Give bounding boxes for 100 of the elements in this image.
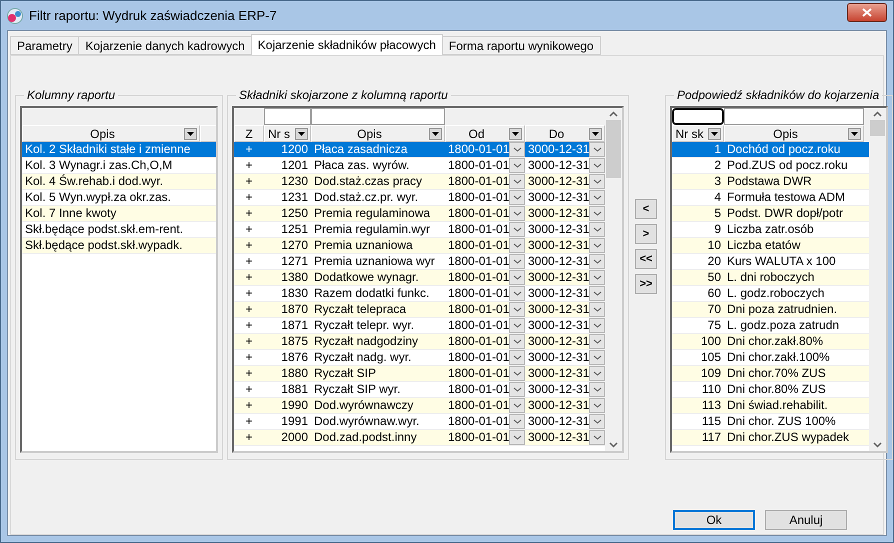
- date-dropdown-button[interactable]: [509, 318, 526, 333]
- date-dropdown-button[interactable]: [509, 222, 526, 237]
- grid-row[interactable]: + 1871 Ryczałt telepr. wyr. 1800-01-01 3000-12-31: [234, 318, 605, 334]
- date-dropdown-button[interactable]: [589, 318, 606, 333]
- date-dropdown-button[interactable]: [589, 174, 606, 189]
- grid-row[interactable]: + 1881 Ryczałt SIP wyr. 1800-01-01 3000-12-31: [234, 382, 605, 398]
- date-dropdown-button[interactable]: [509, 398, 526, 413]
- date-dropdown-button[interactable]: [509, 414, 526, 429]
- grid-row[interactable]: 1 Dochód od pocz.roku: [672, 142, 869, 158]
- date-dropdown-button[interactable]: [509, 254, 526, 269]
- date-dropdown-button[interactable]: [509, 334, 526, 349]
- grid-row[interactable]: + 1876 Ryczałt nadg. wyr. 1800-01-01 3000-12-31: [234, 350, 605, 366]
- date-dropdown-button[interactable]: [509, 302, 526, 317]
- date-dropdown-button[interactable]: [589, 206, 606, 221]
- date-dropdown-button[interactable]: [509, 382, 526, 397]
- filter-field[interactable]: [724, 108, 864, 125]
- filter-field[interactable]: [264, 108, 311, 125]
- grid-row[interactable]: 2 Pod.ZUS od pocz.roku: [672, 158, 869, 174]
- move-button[interactable]: >>: [635, 274, 657, 294]
- scroll-down-icon[interactable]: [609, 442, 618, 448]
- grid-row[interactable]: 110 Dni chor.80% ZUS: [672, 382, 869, 398]
- scrollbar-thumb[interactable]: [606, 120, 621, 178]
- grid-row[interactable]: Skł.będące podst.skł.wypadk.: [22, 238, 216, 254]
- grid-row[interactable]: 105 Dni chor.zakł.100%: [672, 350, 869, 366]
- grid-row[interactable]: 117 Dni chor.ZUS wypadek: [672, 430, 869, 446]
- grid-row[interactable]: + 1251 Premia regulamin.wyr 1800-01-01 3000-12-31: [234, 222, 605, 238]
- scroll-up-icon[interactable]: [873, 111, 882, 117]
- dialog-button[interactable]: Anuluj: [765, 510, 847, 530]
- date-dropdown-button[interactable]: [509, 158, 526, 173]
- grid-row[interactable]: + 1991 Dod.wyrównaw.wyr. 1800-01-01 3000-12-31: [234, 414, 605, 430]
- date-dropdown-button[interactable]: [589, 414, 606, 429]
- scroll-up-icon[interactable]: [609, 111, 618, 117]
- grid-row[interactable]: 115 Dni chor. ZUS 100%: [672, 414, 869, 430]
- grid-row[interactable]: + 2000 Dod.zad.podst.inny 1800-01-01 3000-12-31: [234, 430, 605, 446]
- date-dropdown-button[interactable]: [589, 142, 606, 157]
- date-dropdown-button[interactable]: [589, 158, 606, 173]
- column-header[interactable]: Opis: [22, 125, 200, 142]
- tab[interactable]: Parametry: [10, 36, 80, 55]
- grid-row[interactable]: + 1200 Płaca zasadnicza 1800-01-01 3000-12-31: [234, 142, 605, 158]
- date-dropdown-button[interactable]: [509, 238, 526, 253]
- grid-row[interactable]: + 1990 Dod.wyrównawczy 1800-01-01 3000-12-31: [234, 398, 605, 414]
- date-dropdown-button[interactable]: [589, 286, 606, 301]
- grid-row[interactable]: 113 Dni świad.rehabilit.: [672, 398, 869, 414]
- tab[interactable]: Kojarzenie składników płacowych: [250, 34, 443, 55]
- vertical-scrollbar[interactable]: [605, 108, 622, 451]
- grid-row[interactable]: Kol. 2 Składniki stałe i zmienne: [22, 142, 216, 158]
- close-button[interactable]: [847, 3, 887, 22]
- date-dropdown-button[interactable]: [589, 350, 606, 365]
- grid-row[interactable]: + 1875 Ryczałt nadgodziny 1800-01-01 3000-12-31: [234, 334, 605, 350]
- date-dropdown-button[interactable]: [589, 270, 606, 285]
- grid-row[interactable]: 20 Kurs WALUTA x 100: [672, 254, 869, 270]
- grid-row[interactable]: Kol. 3 Wynagr.i zas.Ch,O,M: [22, 158, 216, 174]
- column-header[interactable]: Do: [525, 125, 605, 142]
- grid-row[interactable]: + 1201 Płaca zas. wyrów. 1800-01-01 3000-12-31: [234, 158, 605, 174]
- date-dropdown-button[interactable]: [509, 206, 526, 221]
- date-dropdown-button[interactable]: [589, 382, 606, 397]
- move-button[interactable]: <<: [635, 249, 657, 269]
- grid-row[interactable]: + 1230 Dod.staż.czas pracy 1800-01-01 3000-12-31: [234, 174, 605, 190]
- grid-row[interactable]: + 1231 Dod.staż.cz.pr. wyr. 1800-01-01 3000-12-31: [234, 190, 605, 206]
- grid-row[interactable]: Kol. 7 Inne kwoty: [22, 206, 216, 222]
- grid-row[interactable]: Kol. 5 Wyn.wypł.za okr.zas.: [22, 190, 216, 206]
- date-dropdown-button[interactable]: [509, 142, 526, 157]
- column-header[interactable]: Opis: [311, 125, 445, 142]
- filter-field[interactable]: [672, 108, 724, 125]
- grid-row[interactable]: 4 Formuła testowa ADM: [672, 190, 869, 206]
- grid-row[interactable]: + 1870 Ryczałt telepraca 1800-01-01 3000-12-31: [234, 302, 605, 318]
- date-dropdown-button[interactable]: [589, 430, 606, 445]
- grid-row[interactable]: 10 Liczba etatów: [672, 238, 869, 254]
- grid-row[interactable]: 109 Dni chor.70% ZUS: [672, 366, 869, 382]
- scrollbar-thumb[interactable]: [870, 120, 885, 136]
- grid-row[interactable]: Kol. 4 Św.rehab.i dod.wyr.: [22, 174, 216, 190]
- grid-row[interactable]: + 1250 Premia regulaminowa 1800-01-01 3000-12-31: [234, 206, 605, 222]
- column-header[interactable]: Nr sk: [672, 125, 724, 142]
- column-header[interactable]: Nr s: [264, 125, 311, 142]
- tab[interactable]: Kojarzenie danych kadrowych: [78, 36, 252, 55]
- date-dropdown-button[interactable]: [509, 366, 526, 381]
- date-dropdown-button[interactable]: [589, 302, 606, 317]
- date-dropdown-button[interactable]: [589, 254, 606, 269]
- date-dropdown-button[interactable]: [509, 190, 526, 205]
- grid-row[interactable]: + 1271 Premia uznaniowa wyr 1800-01-01 3000-12-31: [234, 254, 605, 270]
- date-dropdown-button[interactable]: [509, 270, 526, 285]
- grid-row[interactable]: + 1270 Premia uznaniowa 1800-01-01 3000-12-31: [234, 238, 605, 254]
- column-header[interactable]: Z: [234, 125, 264, 142]
- date-dropdown-button[interactable]: [589, 334, 606, 349]
- column-header[interactable]: Od: [445, 125, 525, 142]
- column-header[interactable]: Opis: [724, 125, 864, 142]
- date-dropdown-button[interactable]: [589, 222, 606, 237]
- scroll-down-icon[interactable]: [873, 442, 882, 448]
- grid-row[interactable]: + 1880 Ryczałt SIP 1800-01-01 3000-12-31: [234, 366, 605, 382]
- date-dropdown-button[interactable]: [509, 430, 526, 445]
- grid-row[interactable]: 100 Dni chor.zakł.80%: [672, 334, 869, 350]
- grid-row[interactable]: 60 L. godz.roboczych: [672, 286, 869, 302]
- date-dropdown-button[interactable]: [589, 190, 606, 205]
- date-dropdown-button[interactable]: [589, 366, 606, 381]
- move-button[interactable]: >: [635, 224, 657, 244]
- filter-field[interactable]: [311, 108, 445, 125]
- grid-row[interactable]: 70 Dni poza zatrudnien.: [672, 302, 869, 318]
- dialog-button[interactable]: Ok: [673, 510, 755, 530]
- grid-row[interactable]: + 1830 Razem dodatki funkc. 1800-01-01 3000-12-31: [234, 286, 605, 302]
- grid-row[interactable]: 50 L. dni roboczych: [672, 270, 869, 286]
